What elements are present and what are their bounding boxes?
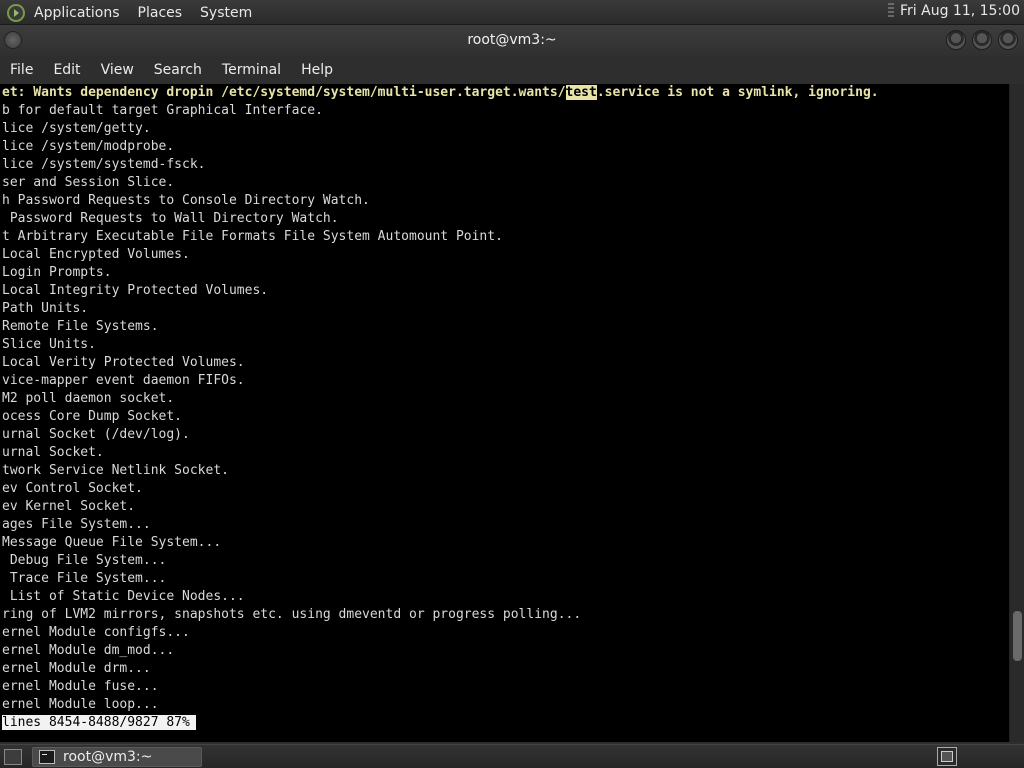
gnome-foot-icon[interactable] [6,3,26,23]
bottom-panel: root@vm3:~ [0,744,1024,768]
close-button[interactable] [998,30,1018,50]
terminal-line: ring of LVM2 mirrors, snapshots etc. usi… [2,607,582,622]
warning-text-after: .service is not a symlink, ignoring. [596,85,879,100]
terminal-line: urnal Socket (/dev/log). [2,427,190,442]
terminal-line: t Arbitrary Executable File Formats File… [2,229,503,244]
terminal-line: Local Verity Protected Volumes. [2,355,245,370]
window-titlebar[interactable]: root@vm3:~ [0,25,1024,56]
show-desktop-icon[interactable] [4,749,22,765]
terminal-line: Path Units. [2,301,89,316]
terminal-line: ernel Module fuse... [2,679,159,694]
terminal-line: M2 poll daemon socket. [2,391,175,406]
terminal-window: root@vm3:~ File Edit View Search Termina… [0,25,1024,744]
terminal-line: ev Control Socket. [2,481,143,496]
applications-menu[interactable]: Applications [34,5,120,21]
warning-text-before: et: Wants dependency dropin /etc/systemd… [2,85,566,100]
terminal-line: ocess Core Dump Socket. [2,409,183,424]
terminal-line: lice /system/modprobe. [2,139,175,154]
taskbar-item-terminal[interactable]: root@vm3:~ [32,747,202,767]
panel-handle-icon [888,3,895,19]
top-panel-left: Applications Places System [6,3,270,23]
terminal-line: List of Static Device Nodes... [2,589,245,604]
terminal-line: urnal Socket. [2,445,104,460]
terminal-line: ser and Session Slice. [2,175,175,190]
window-title: root@vm3:~ [467,32,557,48]
terminal-line: b for default target Graphical Interface… [2,103,323,118]
maximize-button[interactable] [972,30,992,50]
terminal-line: ernel Module loop... [2,697,159,712]
top-panel-right: Fri Aug 11, 15:00 [888,3,1020,19]
places-menu[interactable]: Places [138,5,183,21]
terminal-line: Trace File System... [2,571,167,586]
taskbar-item-label: root@vm3:~ [63,749,153,765]
terminal-line: Slice Units. [2,337,96,352]
scrollbar-thumb[interactable] [1013,611,1022,661]
pager-status: lines 8454-8488/9827 87% [2,715,196,730]
terminal-warning-line: et: Wants dependency dropin /etc/systemd… [2,84,879,102]
terminal-line: Local Encrypted Volumes. [2,247,190,262]
search-highlight: test [565,85,597,100]
terminal-line: ernel Module configfs... [2,625,190,640]
terminal-line: Remote File Systems. [2,319,159,334]
terminal-line: lice /system/getty. [2,121,151,136]
terminal-line: Password Requests to Wall Directory Watc… [2,211,339,226]
workspace-switcher[interactable] [937,747,957,766]
menu-edit[interactable]: Edit [53,62,80,78]
terminal-line: ernel Module dm_mod... [2,643,175,658]
menu-help[interactable]: Help [301,62,333,78]
terminal-line: ernel Module drm... [2,661,151,676]
terminal-line: Login Prompts. [2,265,112,280]
terminal-line: vice-mapper event daemon FIFOs. [2,373,245,388]
menu-terminal[interactable]: Terminal [222,62,281,78]
window-controls [940,30,1018,50]
terminal-scrollbar[interactable] [1009,84,1024,742]
workspace-icon [941,751,953,762]
clock[interactable]: Fri Aug 11, 15:00 [900,3,1020,19]
menu-search[interactable]: Search [154,62,202,78]
pager-status-row: lines 8454-8488/9827 87% [2,714,196,732]
terminal-line: Message Queue File System... [2,535,222,550]
terminal-line: ages File System... [2,517,151,532]
menu-view[interactable]: View [101,62,134,78]
terminal-icon [39,750,55,764]
terminal-output[interactable]: et: Wants dependency dropin /etc/systemd… [0,84,1009,742]
terminal-line: Debug File System... [2,553,167,568]
terminal-line: twork Service Netlink Socket. [2,463,229,478]
terminal-line: ev Kernel Socket. [2,499,136,514]
menubar: File Edit View Search Terminal Help [0,56,1024,84]
minimize-button[interactable] [946,30,966,50]
terminal-line: Local Integrity Protected Volumes. [2,283,269,298]
system-menu[interactable]: System [200,5,252,21]
top-panel: Applications Places System Fri Aug 11, 1… [0,0,1024,25]
menu-file[interactable]: File [10,62,33,78]
terminal-line: h Password Requests to Console Directory… [2,193,370,208]
terminal-line: lice /system/systemd-fsck. [2,157,206,172]
